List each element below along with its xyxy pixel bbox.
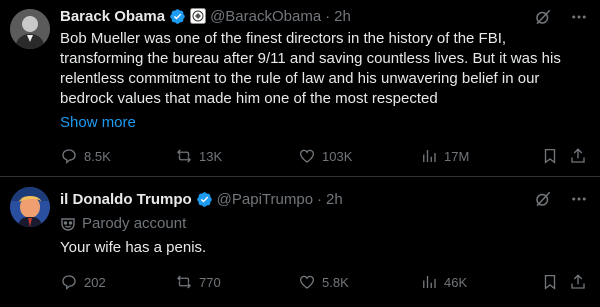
parody-text: Parody account [82,215,187,232]
separator-dot: · [325,7,331,25]
tweet-top-actions [534,8,588,26]
like-button[interactable]: 103K [298,147,352,165]
repost-button[interactable]: 770 [175,273,221,291]
like-count: 103K [322,148,353,164]
show-more-link[interactable]: Show more [60,114,136,131]
tweet-text: Your wife has a penis. [60,239,207,256]
repost-button[interactable]: 13K [175,147,222,165]
tweet-actions: 202 770 5.8K 46K [60,273,588,293]
bookmark-button[interactable] [541,147,559,165]
verified-badge-icon [196,191,213,208]
reply-button[interactable]: 8.5K [60,147,111,165]
avatar-photo [10,9,50,49]
avatar-photo [10,187,50,227]
grok-icon[interactable] [534,190,552,208]
views-button[interactable]: 46K [420,273,467,291]
author-handle[interactable]: @BarackObama [210,8,321,25]
views-button[interactable]: 17M [420,147,469,165]
parody-mask-icon [60,216,76,232]
share-button[interactable] [569,273,587,291]
tweet-text: Bob Mueller was one of the finest direct… [60,30,561,107]
government-badge-icon [190,8,207,24]
grok-icon[interactable] [534,8,552,26]
avatar[interactable] [10,9,50,49]
author-name[interactable]: Barack Obama [60,8,165,25]
verified-badge-icon [169,8,186,25]
reply-count: 8.5K [84,148,111,164]
separator-dot: · [317,190,323,208]
repost-count: 770 [199,274,221,290]
like-icon [299,149,315,163]
tweet-trumpo[interactable]: il Donaldo Trumpo @PapiTrumpo · 2h Parod… [0,177,600,307]
reply-icon [62,149,76,164]
avatar[interactable] [10,187,50,227]
reply-count: 202 [84,274,106,290]
bookmark-icon [544,148,556,164]
more-options-icon[interactable] [570,8,588,26]
repost-icon [177,275,191,289]
views-icon [423,150,436,162]
like-button[interactable]: 5.8K [298,273,349,291]
author-handle[interactable]: @PapiTrumpo [217,191,313,208]
tweet-obama[interactable]: Barack Obama @BarackObama · 2h Bob Muell… [0,0,600,176]
parody-label: Parody account [60,215,186,232]
view-count: 17M [444,148,470,164]
like-icon [299,275,315,289]
reply-icon [62,275,76,290]
timestamp[interactable]: 2h [326,191,343,208]
author-name[interactable]: il Donaldo Trumpo [60,191,192,208]
tweet-header: il Donaldo Trumpo @PapiTrumpo · 2h [60,189,343,209]
tweet-top-actions [534,190,588,208]
tweet-actions: 8.5K 13K 103K 17M [60,147,588,167]
reply-button[interactable]: 202 [60,273,106,291]
more-options-icon[interactable] [570,190,588,208]
view-count: 46K [444,274,468,290]
share-icon [571,148,585,163]
share-icon [571,274,585,289]
bookmark-icon [544,274,556,290]
timestamp[interactable]: 2h [334,8,351,25]
views-icon [423,276,436,288]
repost-icon [177,149,191,163]
tweet-header: Barack Obama @BarackObama · 2h [60,6,351,26]
like-count: 5.8K [322,274,349,290]
repost-count: 13K [199,148,223,164]
bookmark-button[interactable] [541,273,559,291]
share-button[interactable] [569,147,587,165]
